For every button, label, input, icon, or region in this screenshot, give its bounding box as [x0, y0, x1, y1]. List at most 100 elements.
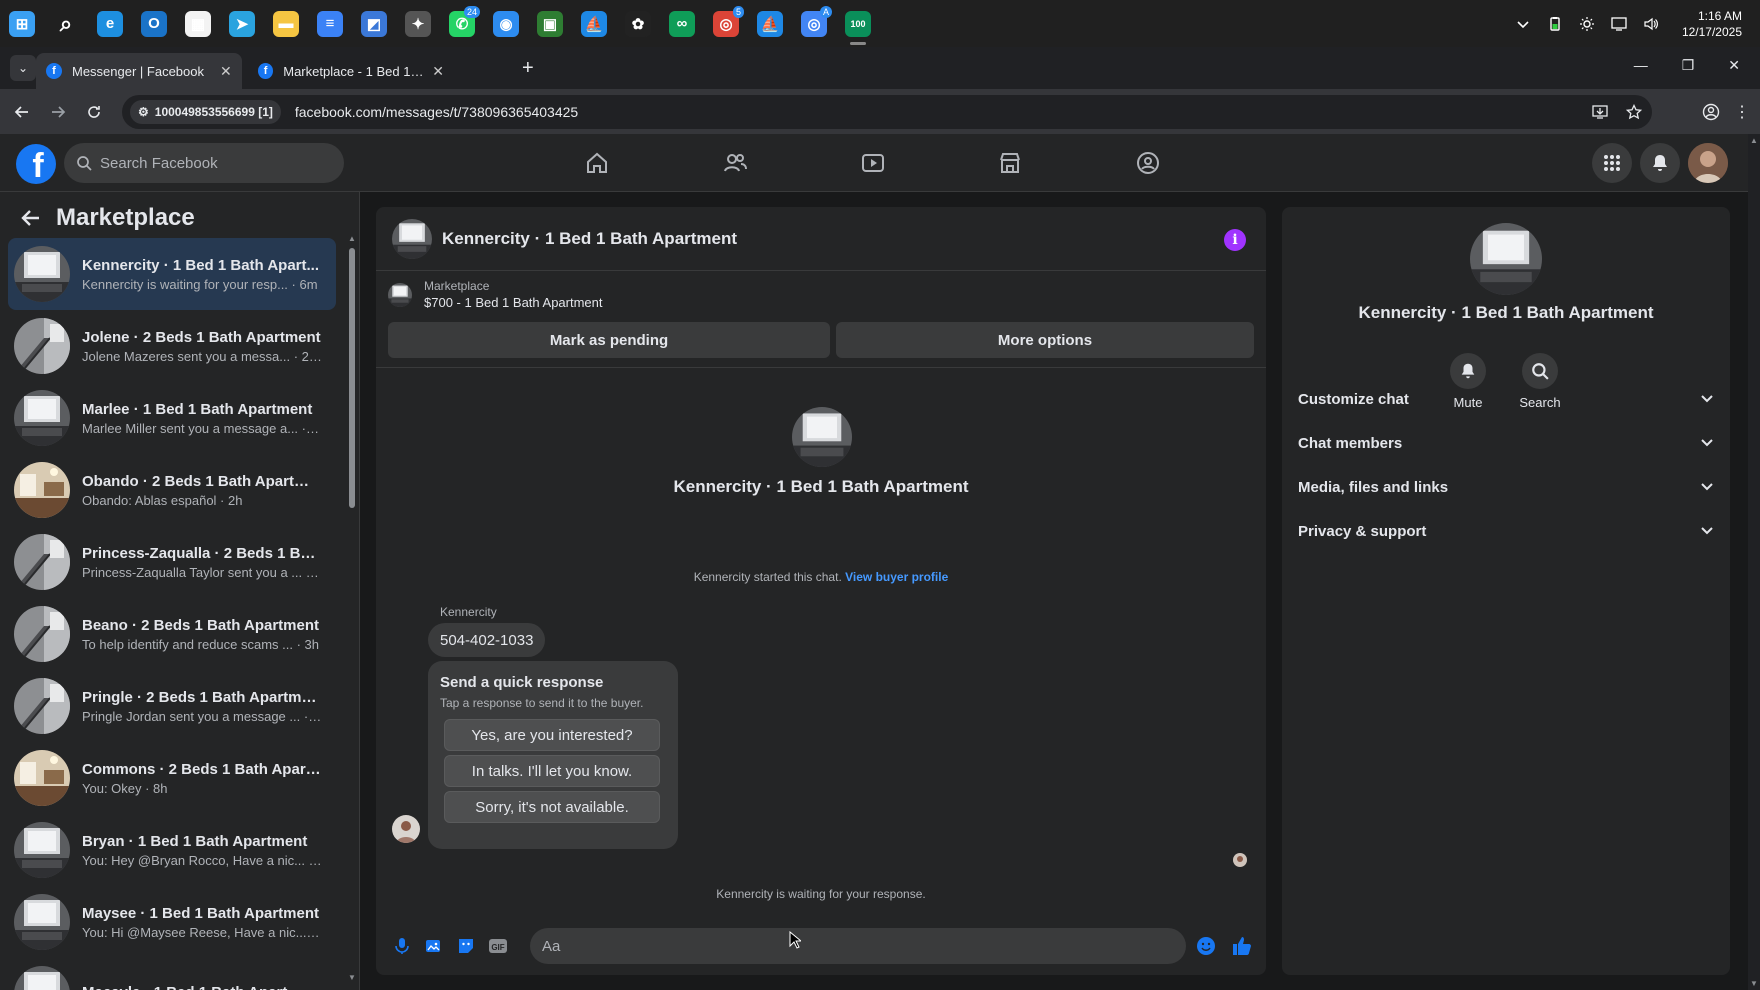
reload-icon[interactable] [78, 96, 110, 128]
page-scrollbar[interactable]: ▲ ▼ [1748, 134, 1760, 990]
quick-reply-interested-button[interactable]: Yes, are you interested? [444, 719, 660, 751]
counter-app-icon[interactable]: 100 [836, 0, 880, 47]
system-clock[interactable]: 1:16 AM 12/17/2025 [1682, 8, 1742, 40]
address-bar[interactable]: ⚙ 100049853556699 [1] facebook.com/messa… [122, 95, 1652, 129]
listing-summary[interactable]: Marketplace $700 - 1 Bed 1 Bath Apartmen… [388, 279, 603, 310]
fighter-app-icon[interactable]: ✦ [396, 0, 440, 47]
telegram-icon[interactable]: ➤ [220, 0, 264, 47]
conversation-item[interactable]: Maysee · 1 Bed 1 Bath Apartment You: Hi @… [8, 886, 336, 958]
sender-avatar[interactable] [392, 815, 420, 843]
battery-saver-icon[interactable] [1546, 15, 1564, 33]
sailboat-app-icon[interactable]: ⛵ [572, 0, 616, 47]
conversation-item[interactable]: Marlee · 1 Bed 1 Bath Apartment Marlee Mi… [8, 382, 336, 454]
sticker-icon[interactable] [454, 934, 478, 958]
whatsapp-icon[interactable]: ✆ 24 [440, 0, 484, 47]
quick-reply-not-available-button[interactable]: Sorry, it's not available. [444, 791, 660, 823]
close-tab-icon[interactable]: ✕ [220, 63, 232, 80]
chat-avatar[interactable] [392, 218, 432, 259]
back-arrow-icon[interactable] [20, 207, 42, 229]
install-app-icon[interactable] [1592, 104, 1608, 120]
close-window-icon[interactable]: ✕ [1728, 57, 1740, 74]
message-bubble[interactable]: 504-402-1033 [428, 623, 546, 657]
tab-search-icon[interactable]: ⌄ [10, 55, 36, 81]
like-thumbs-up-icon[interactable] [1230, 934, 1254, 958]
groups-icon[interactable] [1093, 143, 1203, 183]
volume-icon[interactable] [1642, 15, 1660, 33]
media-files-links-section[interactable]: Media, files and links [1298, 465, 1714, 509]
gif-icon[interactable]: GIF [486, 934, 510, 958]
browser-menu-icon[interactable]: ⋮ [1734, 102, 1750, 122]
infinity-app-icon[interactable]: ∞ [660, 0, 704, 47]
scroll-down-icon[interactable]: ▼ [348, 973, 356, 982]
scroll-down-icon[interactable]: ▼ [1750, 979, 1758, 988]
notepad-icon[interactable]: ≡ [308, 0, 352, 47]
microsoft-store-icon[interactable]: ▦ [176, 0, 220, 47]
conversation-info-icon[interactable]: i [1224, 229, 1246, 251]
chrome-profile-icon[interactable]: ◎ 5 [704, 0, 748, 47]
chat-title[interactable]: Kennercity · 1 Bed 1 Bath Apartment [442, 229, 737, 249]
conversation-item[interactable]: Jolene · 2 Beds 1 Bath Apartment Jolene M… [8, 310, 336, 382]
notifications-bell-icon[interactable] [1640, 143, 1680, 183]
menu-grid-icon[interactable] [1592, 143, 1632, 183]
sailboat-app-icon-2[interactable]: ⛵ [748, 0, 792, 47]
account-avatar[interactable] [1688, 143, 1728, 183]
browser-tab-messenger[interactable]: f Messenger | Facebook ✕ [36, 53, 242, 89]
chrome-icon[interactable]: ◎ A [792, 0, 836, 47]
lock-app-icon[interactable]: ▣ [528, 0, 572, 47]
message-input[interactable] [530, 928, 1186, 964]
close-tab-icon[interactable]: ✕ [432, 63, 444, 80]
restore-icon[interactable]: ❐ [1682, 57, 1695, 74]
chat-members-section[interactable]: Chat members [1298, 421, 1714, 465]
home-icon[interactable] [542, 143, 652, 183]
conversation-item[interactable]: Beano · 2 Beds 1 Bath Apartment To help i… [8, 598, 336, 670]
conversation-item[interactable]: Kennercity · 1 Bed 1 Bath Apart... Kenner… [8, 238, 336, 310]
attach-photo-icon[interactable] [422, 934, 446, 958]
scroll-up-icon[interactable]: ▲ [1750, 136, 1758, 145]
scrollbar-thumb[interactable] [349, 248, 355, 508]
back-icon[interactable] [6, 96, 38, 128]
chevron-up-icon[interactable] [1514, 15, 1532, 33]
facebook-logo-icon[interactable]: f [16, 144, 56, 184]
details-avatar[interactable] [1470, 223, 1542, 295]
sailboat-app-icon-glyph: ⛵ [581, 10, 607, 37]
privacy-support-section[interactable]: Privacy & support [1298, 509, 1714, 553]
conversation-item[interactable]: Obando · 2 Beds 1 Bath Apartme... Obando:… [8, 454, 336, 526]
outlook-icon[interactable]: O [132, 0, 176, 47]
bookmark-star-icon[interactable] [1626, 104, 1642, 120]
mark-as-pending-button[interactable]: Mark as pending [388, 322, 830, 358]
conversation-item[interactable]: Bryan · 1 Bed 1 Bath Apartment You: Hey @… [8, 814, 336, 886]
color-wheel-icon[interactable]: ✿ [616, 0, 660, 47]
conversation-item[interactable]: Macayle · 1 Bed 1 Bath Apart... [8, 958, 336, 990]
conversation-scrollbar[interactable]: ▲ ▼ [346, 232, 358, 982]
watch-icon[interactable] [818, 143, 928, 183]
conversation-item[interactable]: Commons · 2 Beds 1 Bath Apart... You: Oke… [8, 742, 336, 814]
emoji-icon[interactable] [1194, 934, 1218, 958]
brightness-icon[interactable] [1578, 15, 1596, 33]
edge-browser-icon[interactable]: e [88, 0, 132, 47]
new-tab-button[interactable]: + [522, 57, 534, 80]
file-explorer-icon[interactable]: ▬ [264, 0, 308, 47]
scroll-up-icon[interactable]: ▲ [348, 234, 356, 243]
quick-response-subtitle: Tap a response to send it to the buyer. [440, 696, 644, 710]
site-info-chip[interactable]: ⚙ 100049853556699 [1] [130, 100, 281, 124]
marketplace-icon[interactable] [955, 143, 1065, 183]
view-buyer-profile-link[interactable]: View buyer profile [845, 570, 948, 584]
more-options-button[interactable]: More options [836, 322, 1254, 358]
teamviewer-icon[interactable]: ◉ [484, 0, 528, 47]
browser-tab-marketplace[interactable]: f Marketplace - 1 Bed 1 Bath Apartment ✕ [248, 53, 454, 89]
customize-chat-section[interactable]: Customize chat [1298, 377, 1714, 421]
windows-start-icon[interactable]: ⊞ [0, 0, 44, 47]
contact-avatar[interactable] [792, 407, 852, 467]
forward-icon[interactable] [42, 96, 74, 128]
profile-icon[interactable] [1702, 103, 1720, 121]
search-facebook-field[interactable]: Search Facebook [64, 143, 344, 183]
conversation-item[interactable]: Princess-Zaqualla · 2 Beds 1 Bat... Princ… [8, 526, 336, 598]
conversation-item[interactable]: Pringle · 2 Beds 1 Bath Apartment Pringle… [8, 670, 336, 742]
quick-reply-in-talks-button[interactable]: In talks. I'll let you know. [444, 755, 660, 787]
voice-clip-icon[interactable] [390, 934, 414, 958]
friends-icon[interactable] [680, 143, 790, 183]
snipping-tool-icon[interactable]: ◩ [352, 0, 396, 47]
minimize-icon[interactable]: — [1634, 57, 1648, 74]
search-icon[interactable]: ⌕ [44, 0, 88, 47]
network-icon[interactable] [1610, 15, 1628, 33]
